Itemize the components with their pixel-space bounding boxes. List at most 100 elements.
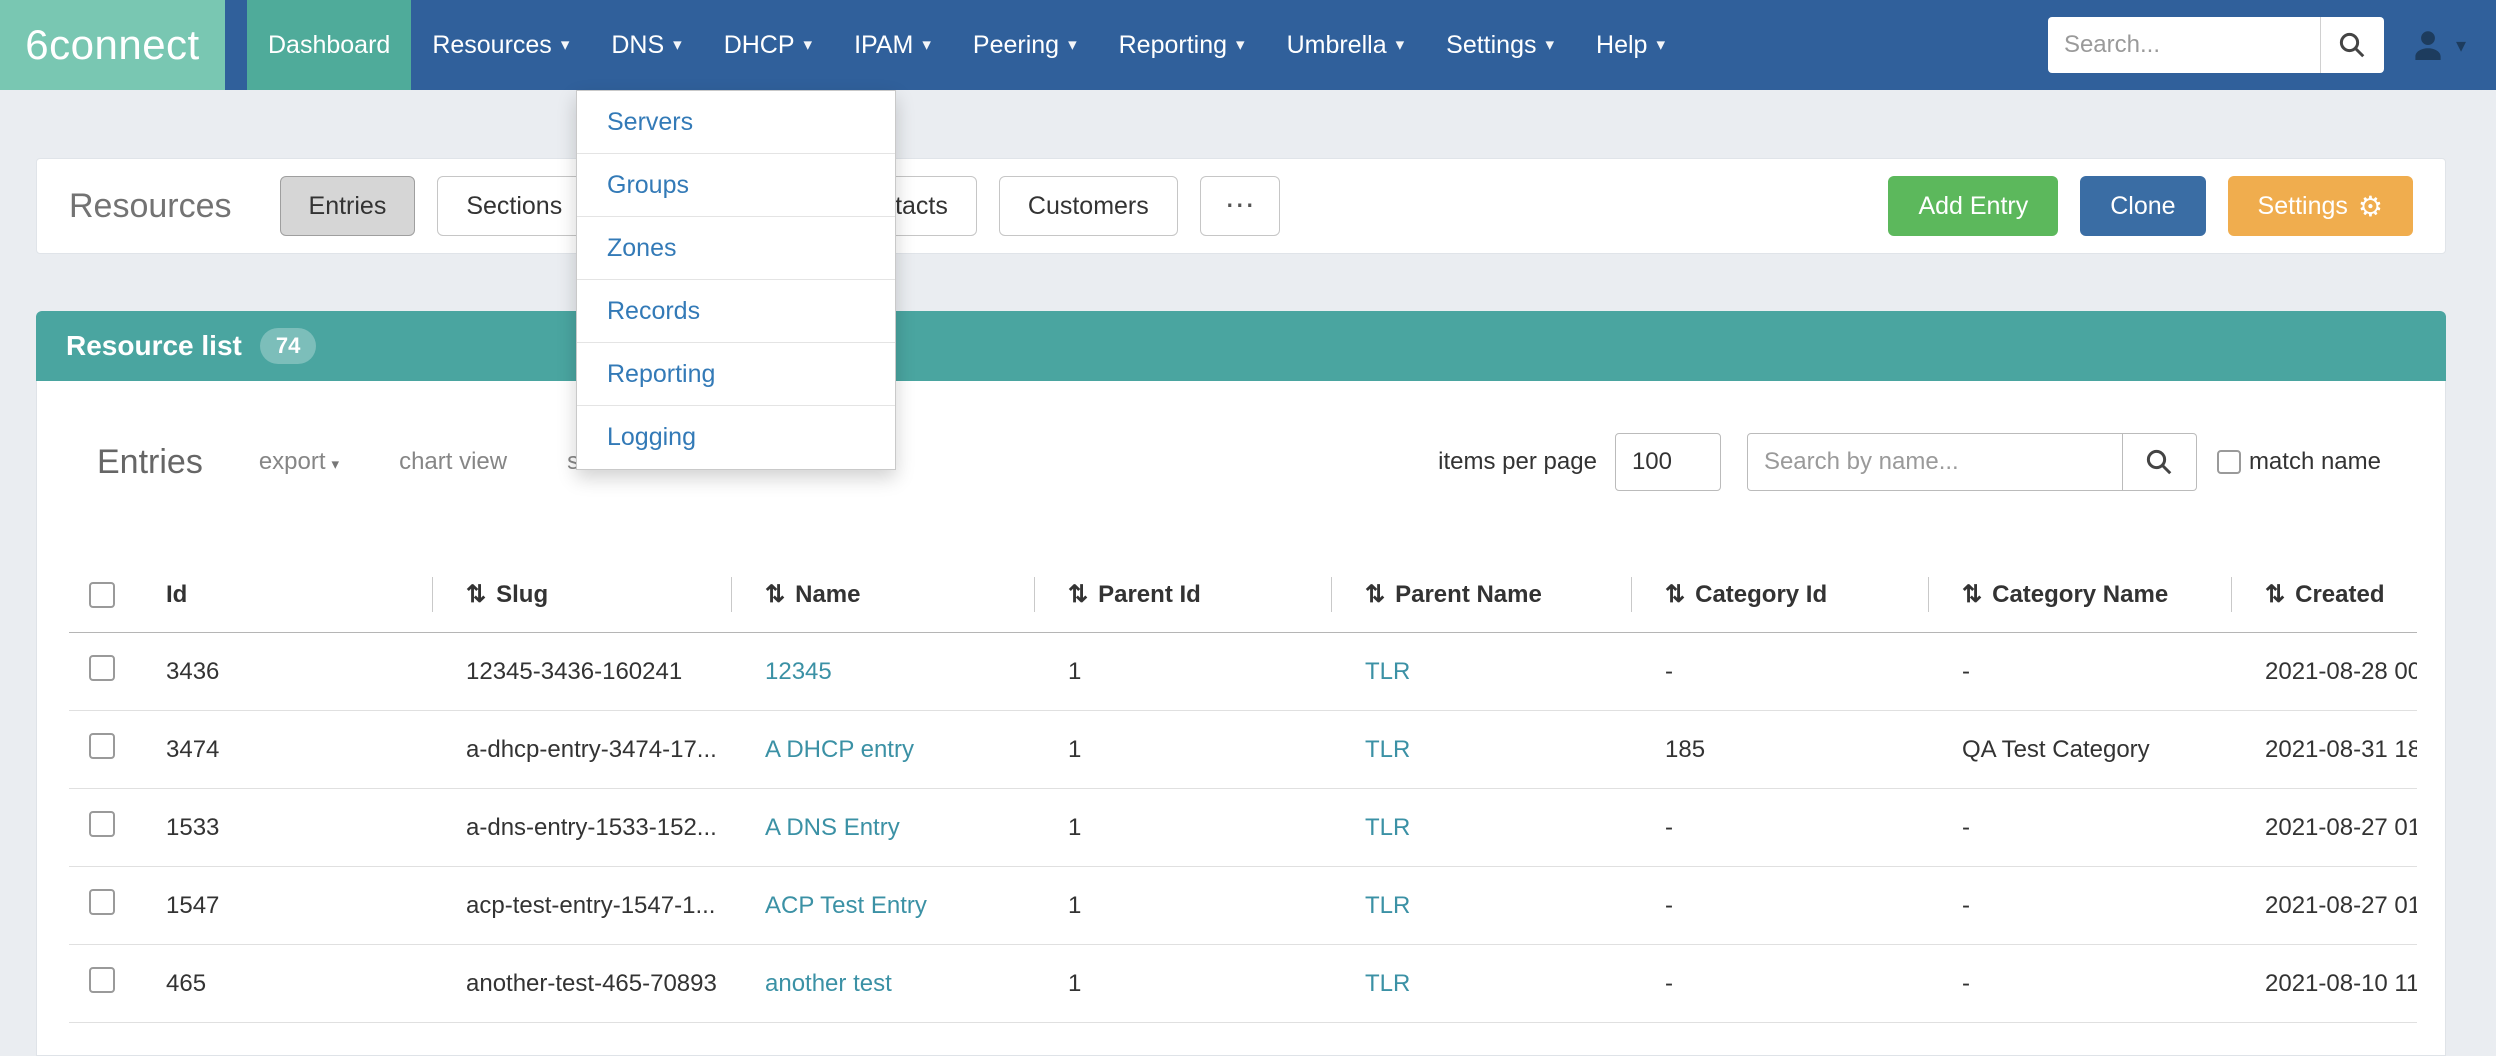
cell-id: 1533: [141, 814, 432, 842]
global-search-input[interactable]: [2048, 17, 2320, 73]
cell-parent-id: 1: [1034, 736, 1331, 764]
sort-icon: ⇅: [1068, 580, 1088, 609]
resource-list-body: Entries export▾ chart view show filters …: [36, 381, 2446, 1056]
cell-created: 2021-08-27 01: [2231, 814, 2417, 842]
column-header-category-name[interactable]: ⇅Category Name: [1928, 557, 2231, 632]
column-header-name[interactable]: ⇅Name: [731, 557, 1034, 632]
match-name-label: match name: [2249, 448, 2381, 476]
count-badge: 74: [260, 328, 316, 364]
name-link[interactable]: A DNS Entry: [765, 814, 900, 841]
table-row: 465another-test-465-70893another test1TL…: [69, 945, 2417, 1023]
nav-item-ipam[interactable]: IPAM▾: [833, 0, 952, 90]
add-entry-button[interactable]: Add Entry: [1888, 176, 2058, 236]
name-link[interactable]: another test: [765, 970, 892, 997]
nav-item-dhcp[interactable]: DHCP▾: [703, 0, 833, 90]
nav-item-dns[interactable]: DNS▾: [590, 0, 702, 90]
nav-item-label: Peering: [973, 31, 1059, 60]
dns-menu-item-zones[interactable]: Zones: [577, 217, 895, 280]
name-link[interactable]: ACP Test Entry: [765, 892, 927, 919]
nav-item-help[interactable]: Help▾: [1575, 0, 1686, 90]
cell-parent-id: 1: [1034, 892, 1331, 920]
dns-menu-item-groups[interactable]: Groups: [577, 154, 895, 217]
panel-title: Resource list: [66, 330, 242, 362]
column-header-parent-id[interactable]: ⇅Parent Id: [1034, 557, 1331, 632]
chart-view-link[interactable]: chart view: [399, 448, 507, 476]
dns-menu-item-records[interactable]: Records: [577, 280, 895, 343]
resource-list-header: Resource list 74: [36, 311, 2446, 381]
cell-category-name: -: [1928, 814, 2231, 842]
cell-slug: a-dns-entry-1533-152...: [432, 814, 731, 842]
cell-parent-name: TLR: [1331, 814, 1631, 842]
chevron-down-icon: ▾: [1236, 35, 1245, 55]
parent_name-link[interactable]: TLR: [1365, 892, 1410, 919]
sort-icon: ⇅: [466, 580, 486, 609]
nav-item-dashboard[interactable]: Dashboard: [247, 0, 411, 90]
entries-table: Id⇅Slug⇅Name⇅Parent Id⇅Parent Name⇅Categ…: [69, 557, 2417, 1023]
select-all-checkbox[interactable]: [89, 582, 115, 608]
nav-item-label: DNS: [611, 31, 664, 60]
cell-parent-name: TLR: [1331, 658, 1631, 686]
sort-icon: ⇅: [1365, 580, 1385, 609]
column-label: Created: [2295, 581, 2384, 609]
nav-item-resources[interactable]: Resources ▾: [411, 0, 590, 90]
nav-item-umbrella[interactable]: Umbrella▾: [1266, 0, 1426, 90]
cell-parent-name: TLR: [1331, 736, 1631, 764]
cell-slug: acp-test-entry-1547-1...: [432, 892, 731, 920]
cell-name: A DNS Entry: [731, 814, 1034, 842]
name-search-input[interactable]: [1747, 433, 2123, 491]
table-row: 1547acp-test-entry-1547-1...ACP Test Ent…: [69, 867, 2417, 945]
cell-category-id: -: [1631, 892, 1928, 920]
items-per-page-input[interactable]: [1615, 433, 1721, 491]
row-checkbox[interactable]: [89, 655, 115, 681]
dns-menu-item-reporting[interactable]: Reporting: [577, 343, 895, 406]
sort-icon: ⇅: [1962, 580, 1982, 609]
column-label: Slug: [496, 581, 548, 609]
search-icon: [2337, 30, 2367, 60]
settings-button[interactable]: Settings ⚙: [2228, 176, 2413, 236]
cell-slug: 12345-3436-160241: [432, 658, 731, 686]
name-link[interactable]: 12345: [765, 658, 832, 685]
nav-item-reporting[interactable]: Reporting▾: [1098, 0, 1266, 90]
column-header-slug[interactable]: ⇅ Slug: [432, 557, 731, 632]
dns-dropdown-menu: ServersGroupsZonesRecordsReportingLoggin…: [576, 90, 896, 470]
row-checkbox[interactable]: [89, 967, 115, 993]
cell-name: ACP Test Entry: [731, 892, 1034, 920]
match-name-checkbox[interactable]: [2217, 450, 2241, 474]
name-link[interactable]: A DHCP entry: [765, 736, 914, 763]
user-menu[interactable]: ▾: [2410, 26, 2466, 64]
navbar-right: ▾: [2048, 17, 2496, 73]
column-header-created[interactable]: ⇅ Created: [2231, 557, 2417, 632]
column-header-category-id[interactable]: ⇅Category Id: [1631, 557, 1928, 632]
tab-entries[interactable]: Entries: [280, 176, 416, 236]
sort-icon: ⇅: [2265, 580, 2285, 609]
row-checkbox[interactable]: [89, 733, 115, 759]
parent_name-link[interactable]: TLR: [1365, 970, 1410, 997]
parent_name-link[interactable]: TLR: [1365, 814, 1410, 841]
row-checkbox[interactable]: [89, 889, 115, 915]
tab-customers[interactable]: Customers: [999, 176, 1178, 236]
nav-item-peering[interactable]: Peering▾: [952, 0, 1098, 90]
nav-item-label: Resources: [432, 31, 552, 60]
chevron-down-icon: ▾: [2456, 33, 2466, 58]
parent_name-link[interactable]: TLR: [1365, 736, 1410, 763]
nav-item-settings[interactable]: Settings▾: [1425, 0, 1575, 90]
dns-menu-item-logging[interactable]: Logging: [577, 406, 895, 469]
brand-logo[interactable]: 6connect: [0, 0, 225, 90]
parent_name-link[interactable]: TLR: [1365, 658, 1410, 685]
dns-menu-item-servers[interactable]: Servers: [577, 91, 895, 154]
gear-icon: ⚙: [2358, 190, 2383, 223]
cell-parent-id: 1: [1034, 970, 1331, 998]
tab-sections[interactable]: Sections: [437, 176, 591, 236]
row-checkbox[interactable]: [89, 811, 115, 837]
more-tabs-button[interactable]: ⋯: [1200, 176, 1280, 236]
export-link[interactable]: export▾: [259, 448, 339, 476]
name-search-button[interactable]: [2123, 433, 2197, 491]
global-search-button[interactable]: [2320, 17, 2384, 73]
cell-id: 3474: [141, 736, 432, 764]
clone-button[interactable]: Clone: [2080, 176, 2205, 236]
cell-name: A DHCP entry: [731, 736, 1034, 764]
header-checkbox-cell: [69, 557, 141, 632]
cell-category-id: -: [1631, 970, 1928, 998]
column-header-parent-name[interactable]: ⇅Parent Name: [1331, 557, 1631, 632]
chevron-down-icon: ▾: [561, 35, 570, 55]
